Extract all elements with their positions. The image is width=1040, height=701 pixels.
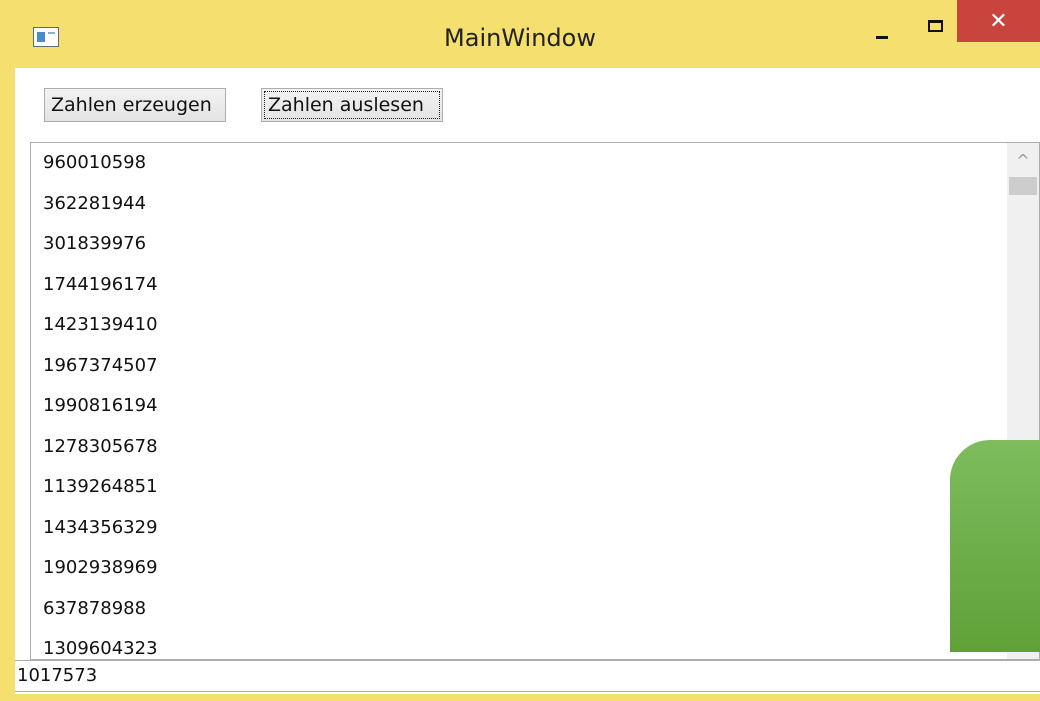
list-item[interactable]: 1967374507	[31, 346, 1039, 387]
scroll-thumb[interactable]	[1009, 177, 1037, 195]
list-item[interactable]: 362281944	[31, 184, 1039, 225]
list-item[interactable]: 1278305678	[31, 427, 1039, 468]
focus-rectangle	[264, 91, 440, 119]
read-numbers-button[interactable]: Zahlen auslesen	[261, 88, 443, 122]
list-item[interactable]: 1423139410	[31, 305, 1039, 346]
generate-numbers-button[interactable]: Zahlen erzeugen	[44, 88, 226, 122]
numbers-listbox[interactable]: 960010598 362281944 301839976 1744196174…	[30, 142, 1040, 660]
minimize-icon	[876, 35, 888, 39]
list-item[interactable]: 1434356329	[31, 508, 1039, 549]
client-area: Zahlen erzeugen Zahlen auslesen 96001059…	[15, 68, 1040, 694]
generate-numbers-label: Zahlen erzeugen	[51, 94, 212, 116]
list-item[interactable]: 1744196174	[31, 265, 1039, 306]
close-icon: ✕	[989, 8, 1008, 34]
list-item[interactable]: 1139264851	[31, 467, 1039, 508]
scroll-up-icon[interactable]: ^	[1007, 143, 1039, 177]
list-item[interactable]: 1990816194	[31, 386, 1039, 427]
count-display: 1017573	[15, 660, 1040, 692]
close-button[interactable]: ✕	[957, 0, 1040, 42]
list-item[interactable]: 1309604323	[31, 629, 1039, 659]
list-item[interactable]: 1902938969	[31, 548, 1039, 589]
green-overlay-shape	[950, 440, 1040, 652]
list-item[interactable]: 960010598	[31, 143, 1039, 184]
maximize-button[interactable]	[915, 12, 955, 52]
title-bar[interactable]: MainWindow ✕	[0, 0, 1040, 68]
list-item[interactable]: 301839976	[31, 224, 1039, 265]
list-item[interactable]: 637878988	[31, 589, 1039, 630]
maximize-icon	[927, 20, 943, 32]
minimize-button[interactable]	[862, 12, 902, 52]
